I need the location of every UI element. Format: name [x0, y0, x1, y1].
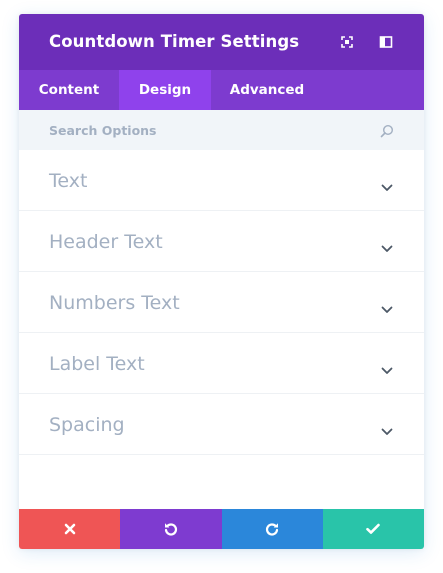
search-icon[interactable] [380, 123, 394, 138]
tab-bar: Content Design Advanced [19, 70, 424, 110]
chevron-down-icon [381, 421, 393, 435]
check-icon [366, 523, 381, 534]
save-button[interactable] [322, 509, 424, 549]
section-text[interactable]: Text [19, 150, 424, 211]
undo-icon [164, 523, 177, 536]
chevron-down-icon [381, 299, 393, 313]
modal-title: Countdown Timer Settings [49, 32, 300, 51]
tab-content[interactable]: Content [19, 70, 119, 110]
section-label: Text [49, 170, 88, 192]
chevron-down-icon [381, 238, 393, 252]
section-spacing[interactable]: Spacing [19, 394, 424, 455]
options-list: Text Header Text Numbers Text Label Text… [19, 150, 424, 455]
section-header-text[interactable]: Header Text [19, 211, 424, 272]
search-bar [19, 110, 424, 150]
modal-footer [19, 509, 424, 549]
discard-button[interactable] [19, 509, 121, 549]
section-numbers-text[interactable]: Numbers Text [19, 272, 424, 333]
undo-button[interactable] [120, 509, 222, 549]
close-icon [64, 523, 75, 535]
fullscreen-icon[interactable] [339, 34, 355, 50]
settings-modal: Countdown Timer Settings Content Design … [19, 14, 424, 549]
section-label-text[interactable]: Label Text [19, 333, 424, 394]
section-label: Header Text [49, 231, 163, 253]
sidebar-toggle-icon[interactable] [378, 34, 394, 50]
chevron-down-icon [381, 177, 393, 191]
tab-advanced[interactable]: Advanced [211, 70, 323, 110]
search-input[interactable] [19, 110, 424, 150]
redo-icon [266, 523, 279, 536]
section-label: Label Text [49, 353, 145, 375]
chevron-down-icon [381, 360, 393, 374]
section-label: Spacing [49, 414, 125, 436]
section-label: Numbers Text [49, 292, 180, 314]
modal-header: Countdown Timer Settings [19, 14, 424, 70]
redo-button[interactable] [221, 509, 323, 549]
tab-design[interactable]: Design [119, 70, 211, 110]
